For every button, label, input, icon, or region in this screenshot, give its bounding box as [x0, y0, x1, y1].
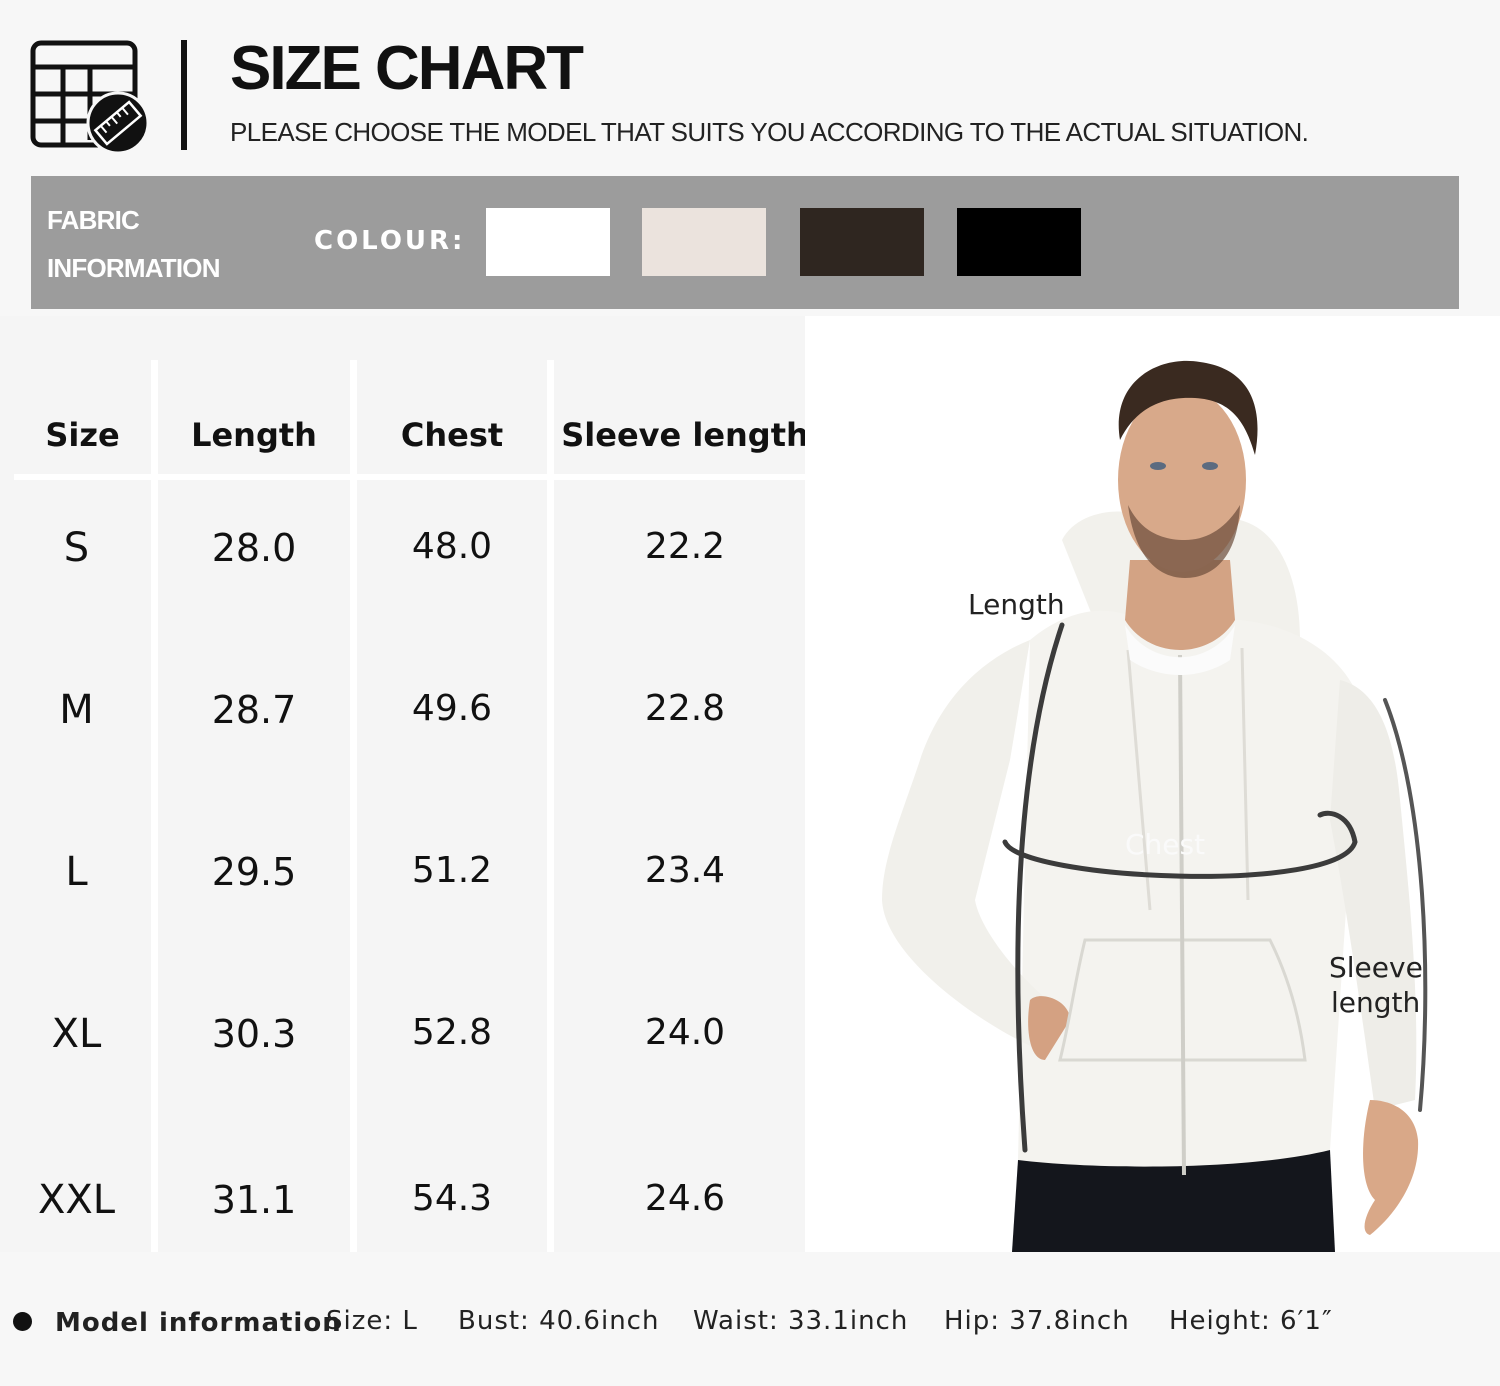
model-height: Height: 6′1″: [1169, 1306, 1333, 1336]
cell-size: S: [63, 525, 90, 571]
size-chart-icon: [30, 40, 150, 155]
table-divider: [151, 360, 158, 1252]
cell-sleeve-length: 24.6: [644, 1178, 726, 1219]
colour-swatch-white[interactable]: [486, 208, 610, 276]
header-chest: Chest: [400, 416, 504, 454]
model-bust: Bust: 40.6inch: [458, 1306, 660, 1336]
colour-swatch-brown[interactable]: [800, 208, 924, 276]
page-title: SIZE CHART: [230, 34, 584, 103]
cell-chest: 54.3: [411, 1178, 493, 1219]
cell-length: 31.1: [211, 1178, 297, 1222]
table-divider: [547, 360, 554, 1252]
cell-size: M: [59, 687, 94, 733]
cell-chest: 52.8: [411, 1012, 493, 1053]
cell-chest: 49.6: [411, 688, 493, 729]
cell-length: 28.7: [211, 688, 297, 732]
cell-length: 28.0: [211, 526, 297, 570]
cell-length: 30.3: [211, 1012, 297, 1056]
cell-chest: 48.0: [411, 526, 493, 567]
cell-size: XL: [51, 1011, 102, 1057]
page-subtitle: PLEASE CHOOSE THE MODEL THAT SUITS YOU A…: [230, 117, 1309, 147]
cell-sleeve-length: 23.4: [644, 850, 726, 891]
cell-sleeve-length: 22.8: [644, 688, 726, 729]
model-hip: Hip: 37.8inch: [944, 1306, 1130, 1336]
length-annotation: Length: [968, 588, 1065, 621]
colour-label: COLOUR:: [314, 226, 466, 256]
model-photo: [805, 316, 1500, 1252]
colour-swatch-beige[interactable]: [642, 208, 766, 276]
model-info-label: Model information: [55, 1308, 342, 1338]
bullet-icon: [13, 1312, 32, 1331]
cell-size: L: [65, 849, 88, 895]
cell-size: XXL: [37, 1177, 116, 1223]
colour-swatch-black[interactable]: [957, 208, 1081, 276]
header-divider: [181, 40, 187, 150]
model-waist: Waist: 33.1inch: [693, 1306, 909, 1336]
cell-length: 29.5: [211, 850, 297, 894]
sleeve-annotation-line1: Sleeve: [1329, 951, 1423, 984]
cell-chest: 51.2: [411, 850, 493, 891]
table-header-divider: [14, 474, 805, 480]
cell-sleeve-length: 24.0: [644, 1012, 726, 1053]
fabric-info-label: FABRIC INFORMATION: [47, 196, 277, 292]
chest-annotation: Chest: [1125, 828, 1206, 861]
hoodie-model-illustration: [882, 360, 1428, 1252]
cell-sleeve-length: 22.2: [644, 526, 726, 567]
fabric-label-line2: INFORMATION: [47, 253, 221, 283]
fabric-label-line1: FABRIC: [47, 205, 140, 235]
header-size: Size: [45, 416, 120, 454]
sleeve-annotation-line2: length: [1331, 986, 1421, 1019]
table-divider: [350, 360, 357, 1252]
header-length: Length: [191, 416, 317, 454]
model-size: Size: L: [326, 1306, 418, 1336]
header-sleeve-length: Sleeve length: [561, 416, 809, 454]
